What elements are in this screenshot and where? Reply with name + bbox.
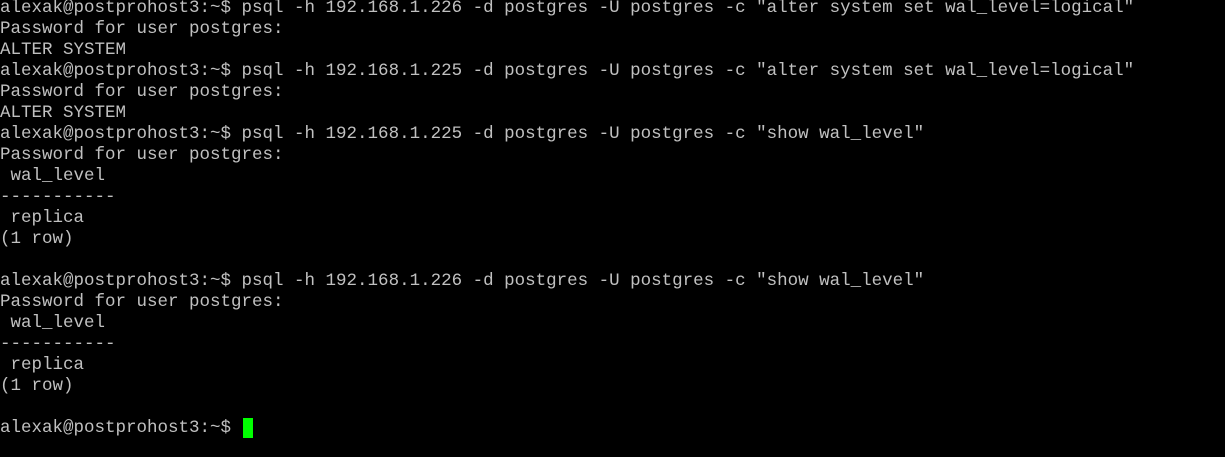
terminal-line: replica	[0, 355, 85, 375]
terminal-prompt-line[interactable]: alexak@postprohost3:~$	[0, 418, 1134, 439]
terminal-output: alexak@postprohost3:~$ psql -h 192.168.1…	[0, 0, 1134, 439]
terminal-line: ALTER SYSTEM	[0, 40, 127, 60]
terminal-cursor	[242, 418, 253, 438]
terminal-line: ALTER SYSTEM	[0, 103, 127, 123]
terminal-line: Password for user postgres:	[0, 292, 284, 312]
terminal-line: wal_level	[0, 166, 106, 186]
terminal-line: Password for user postgres:	[0, 82, 284, 102]
terminal-line: wal_level	[0, 313, 106, 333]
terminal-line: alexak@postprohost3:~$ psql -h 192.168.1…	[0, 61, 1135, 81]
terminal-prompt: alexak@postprohost3:~$	[0, 418, 242, 438]
terminal-line: (1 row)	[0, 376, 74, 396]
terminal-line: alexak@postprohost3:~$ psql -h 192.168.1…	[0, 271, 925, 291]
terminal-line: replica	[0, 208, 85, 228]
terminal-line: -----------	[0, 187, 116, 207]
terminal-line: (1 row)	[0, 229, 74, 249]
terminal-line: alexak@postprohost3:~$ psql -h 192.168.1…	[0, 124, 925, 144]
terminal-line: Password for user postgres:	[0, 145, 284, 165]
terminal-line: -----------	[0, 334, 116, 354]
terminal-window[interactable]: alexak@postprohost3:~$ psql -h 192.168.1…	[0, 0, 1225, 457]
terminal-line: Password for user postgres:	[0, 19, 284, 39]
terminal-line: alexak@postprohost3:~$ psql -h 192.168.1…	[0, 0, 1135, 18]
